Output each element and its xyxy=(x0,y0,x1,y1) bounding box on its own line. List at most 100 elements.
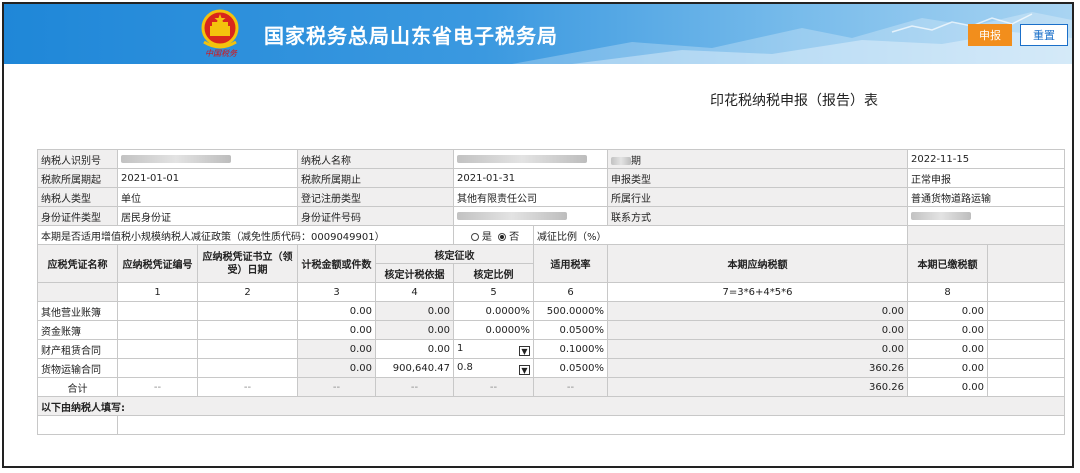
row-name: 货物运输合同 xyxy=(37,358,118,378)
row-name: 资金账簿 xyxy=(37,320,118,340)
voucher-no-input[interactable] xyxy=(117,301,198,321)
payable-value: 360.26 xyxy=(607,358,908,378)
site-title: 国家税务总局山东省电子税务局 xyxy=(264,24,558,48)
col-voucher-no: 应纳税凭证编号 xyxy=(117,244,198,283)
col-tax-rate: 适用税率 xyxy=(533,244,608,283)
total-dash: -- xyxy=(375,377,454,397)
total-dash: -- xyxy=(533,377,608,397)
contact-label: 联系方式 xyxy=(607,206,908,226)
period-start-label: 税款所属期起 xyxy=(37,168,118,188)
info-row-1: 纳税人识别号 纳税人名称 期 2022-11-15 xyxy=(37,149,1065,169)
voucher-no-input[interactable] xyxy=(117,320,198,340)
table-row: 财产租赁合同 0.00 0.00 1 ▼ 0.1000% 0.00 0.00 xyxy=(37,339,1065,359)
blank-row xyxy=(37,415,1065,435)
taxpayer-name-value xyxy=(453,149,608,169)
taxpayer-type-value: 单位 xyxy=(117,187,298,207)
reg-type-value: 其他有限责任公司 xyxy=(453,187,608,207)
col-number: 7=3*6+4*5*6 xyxy=(607,282,908,302)
info-row-3: 纳税人类型 单位 登记注册类型 其他有限责任公司 所属行业 普通货物道路运输 xyxy=(37,187,1065,207)
voucher-date-input[interactable] xyxy=(197,358,298,378)
total-dash: -- xyxy=(453,377,534,397)
chevron-down-icon[interactable]: ▼ xyxy=(519,345,530,356)
tax-seal-text: 中国税务 xyxy=(205,49,237,58)
voucher-no-input[interactable] xyxy=(117,358,198,378)
assess-basis-input[interactable]: 0.00 xyxy=(375,339,454,359)
total-dash: -- xyxy=(117,377,198,397)
row-extra xyxy=(987,339,1065,359)
total-row: 合计 -- -- -- -- -- -- 360.26 0.00 xyxy=(37,377,1065,397)
total-dash: -- xyxy=(197,377,298,397)
policy-yes-radio[interactable] xyxy=(470,232,479,241)
column-number-row: 1 2 3 4 5 6 7=3*6+4*5*6 8 xyxy=(37,282,1065,302)
footer-row: 以下由纳税人填写: xyxy=(37,396,1065,416)
assess-basis-value: 0.00 xyxy=(375,301,454,321)
table-row: 货物运输合同 0.00 900,640.47 0.8 ▼ 0.0500% 360.… xyxy=(37,358,1065,378)
id-type-label: 身份证件类型 xyxy=(37,206,118,226)
tax-amount-value: 0.00 xyxy=(297,358,376,378)
period-end-label: 税款所属期止 xyxy=(297,168,454,188)
assess-ratio-value: 0.0000% xyxy=(453,301,534,321)
payable-value: 0.00 xyxy=(607,301,908,321)
policy-question: 本期是否适用增值税小规模纳税人减征政策（减免性质代码：0009049901） xyxy=(37,225,454,245)
col-extra xyxy=(987,244,1065,283)
tax-rate-value: 500.0000% xyxy=(533,301,608,321)
industry-value: 普通货物道路运输 xyxy=(907,187,1065,207)
assess-ratio-value: 0.0000% xyxy=(453,320,534,340)
policy-row: 本期是否适用增值税小规模纳税人减征政策（减免性质代码：0009049901） 是… xyxy=(37,225,1065,245)
paid-value: 0.00 xyxy=(907,301,988,321)
id-number-value xyxy=(453,206,608,226)
col-assess: 核定征收 xyxy=(375,244,534,264)
total-dash: -- xyxy=(297,377,376,397)
policy-no-radio[interactable] xyxy=(498,232,507,241)
blank-cell xyxy=(37,415,118,435)
column-header-row-1: 应税凭证名称 应纳税凭证编号 应纳税凭证书立（领受）日期 计税金额或件数 核定征… xyxy=(37,244,1065,283)
taxpayer-fill-label: 以下由纳税人填写: xyxy=(37,396,1065,416)
tax-rate-value: 0.0500% xyxy=(533,358,608,378)
col-number: 2 xyxy=(197,282,298,302)
assess-ratio-selected: 0.8 xyxy=(457,361,473,373)
voucher-no-input[interactable] xyxy=(117,339,198,359)
header-banner: 中国税务 国家税务总局山东省电子税务局 申报 重置 xyxy=(4,4,1072,64)
total-payable: 360.26 xyxy=(607,377,908,397)
col-number: 4 xyxy=(375,282,454,302)
col-number-blank xyxy=(987,282,1065,302)
voucher-date-input[interactable] xyxy=(197,339,298,359)
period-start-value: 2021-01-01 xyxy=(117,168,298,188)
declare-button[interactable]: 申报 xyxy=(968,24,1012,46)
taxpayer-type-label: 纳税人类型 xyxy=(37,187,118,207)
taxpayer-id-value xyxy=(117,149,298,169)
paid-value: 0.00 xyxy=(907,320,988,340)
tax-amount-input[interactable]: 0.00 xyxy=(297,301,376,321)
col-number: 8 xyxy=(907,282,988,302)
tax-amount-input[interactable]: 0.00 xyxy=(297,320,376,340)
row-name: 财产租赁合同 xyxy=(37,339,118,359)
policy-radio-group: 是 否 xyxy=(453,225,534,245)
col-number: 1 xyxy=(117,282,198,302)
col-assess-ratio: 核定比例 xyxy=(453,263,534,283)
national-emblem-icon xyxy=(201,9,239,49)
col-voucher-date: 应纳税凭证书立（领受）日期 xyxy=(197,244,298,283)
period-end-value: 2021-01-31 xyxy=(453,168,608,188)
declare-date-label: 期 xyxy=(631,155,641,167)
col-number: 5 xyxy=(453,282,534,302)
voucher-date-input[interactable] xyxy=(197,301,298,321)
info-row-2: 税款所属期起 2021-01-01 税款所属期止 2021-01-31 申报类型… xyxy=(37,168,1065,188)
declare-type-label: 申报类型 xyxy=(607,168,908,188)
app-frame: 中国税务 国家税务总局山东省电子税务局 申报 重置 印花税纳税申报（报告）表 纳… xyxy=(2,2,1074,468)
assess-basis-value: 0.00 xyxy=(375,320,454,340)
blank-cell xyxy=(117,415,1065,435)
assess-basis-input[interactable]: 900,640.47 xyxy=(375,358,454,378)
voucher-date-input[interactable] xyxy=(197,320,298,340)
policy-no-label: 否 xyxy=(509,231,520,243)
tax-rate-value: 0.0500% xyxy=(533,320,608,340)
col-tax-amount: 计税金额或件数 xyxy=(297,244,376,283)
assess-ratio-select[interactable]: 0.8 ▼ xyxy=(453,358,534,378)
paid-value: 0.00 xyxy=(907,339,988,359)
assess-ratio-selected: 1 xyxy=(457,342,464,354)
chevron-down-icon[interactable]: ▼ xyxy=(519,364,530,375)
col-assess-basis: 核定计税依据 xyxy=(375,263,454,283)
assess-ratio-select[interactable]: 1 ▼ xyxy=(453,339,534,359)
reset-button[interactable]: 重置 xyxy=(1020,24,1068,46)
table-row: 其他营业账簿 0.00 0.00 0.0000% 500.0000% 0.00 … xyxy=(37,301,1065,321)
tax-rate-value: 0.1000% xyxy=(533,339,608,359)
